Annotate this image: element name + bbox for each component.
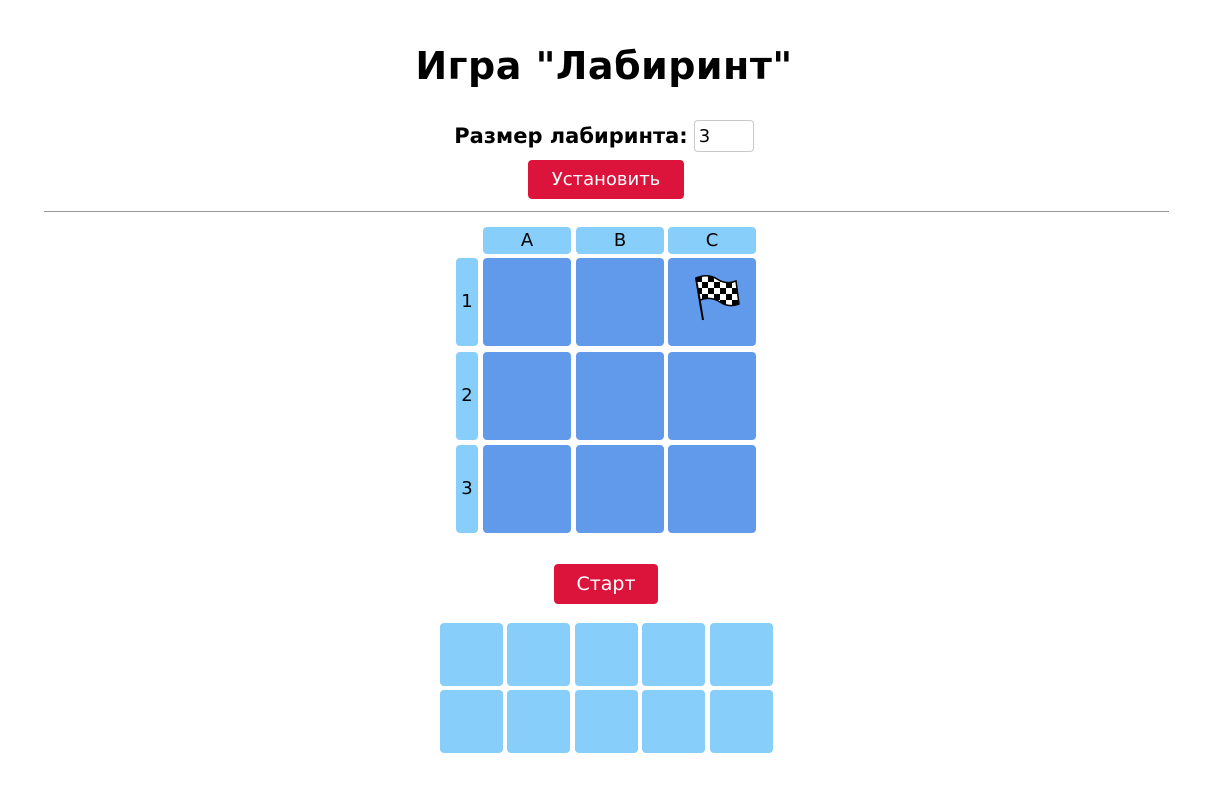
checkered-flag-icon bbox=[695, 275, 740, 321]
maze-cell-b3[interactable] bbox=[576, 445, 664, 533]
row-header-1: 1 bbox=[456, 258, 478, 346]
arrow-slot[interactable] bbox=[440, 623, 503, 686]
maze-size-label: Размер лабиринта: bbox=[454, 124, 688, 148]
start-button[interactable]: Старт bbox=[554, 564, 658, 604]
page-title: Игра "Лабиринт" bbox=[415, 44, 793, 88]
arrow-slot[interactable] bbox=[440, 690, 503, 753]
maze-cell-b2[interactable] bbox=[576, 352, 664, 440]
maze-cell-b1[interactable] bbox=[576, 258, 664, 346]
maze-size-input[interactable] bbox=[693, 120, 754, 152]
row-header-3: 3 bbox=[456, 445, 478, 533]
arrow-slot[interactable] bbox=[507, 623, 570, 686]
maze-cell-a3[interactable] bbox=[483, 445, 571, 533]
column-header-b: B bbox=[576, 227, 664, 254]
arrow-slot[interactable] bbox=[642, 690, 705, 753]
maze-cell-a1[interactable] bbox=[483, 258, 571, 346]
row-header-2: 2 bbox=[456, 352, 478, 440]
maze-cell-c3[interactable] bbox=[668, 445, 756, 533]
arrow-slot[interactable] bbox=[575, 623, 638, 686]
arrow-slot[interactable] bbox=[710, 623, 773, 686]
maze-cell-c1[interactable] bbox=[668, 258, 756, 346]
column-header-a: A bbox=[483, 227, 571, 254]
maze-cell-a2[interactable] bbox=[483, 352, 571, 440]
arrow-slot[interactable] bbox=[642, 623, 705, 686]
maze-cell-c2[interactable] bbox=[668, 352, 756, 440]
set-size-button[interactable]: Установить bbox=[528, 160, 684, 199]
arrow-slot[interactable] bbox=[710, 690, 773, 753]
divider bbox=[44, 211, 1169, 212]
arrow-slot[interactable] bbox=[507, 690, 570, 753]
column-header-c: C bbox=[668, 227, 756, 254]
maze-size-row: Размер лабиринта: bbox=[0, 120, 1208, 152]
arrow-slot[interactable] bbox=[575, 690, 638, 753]
